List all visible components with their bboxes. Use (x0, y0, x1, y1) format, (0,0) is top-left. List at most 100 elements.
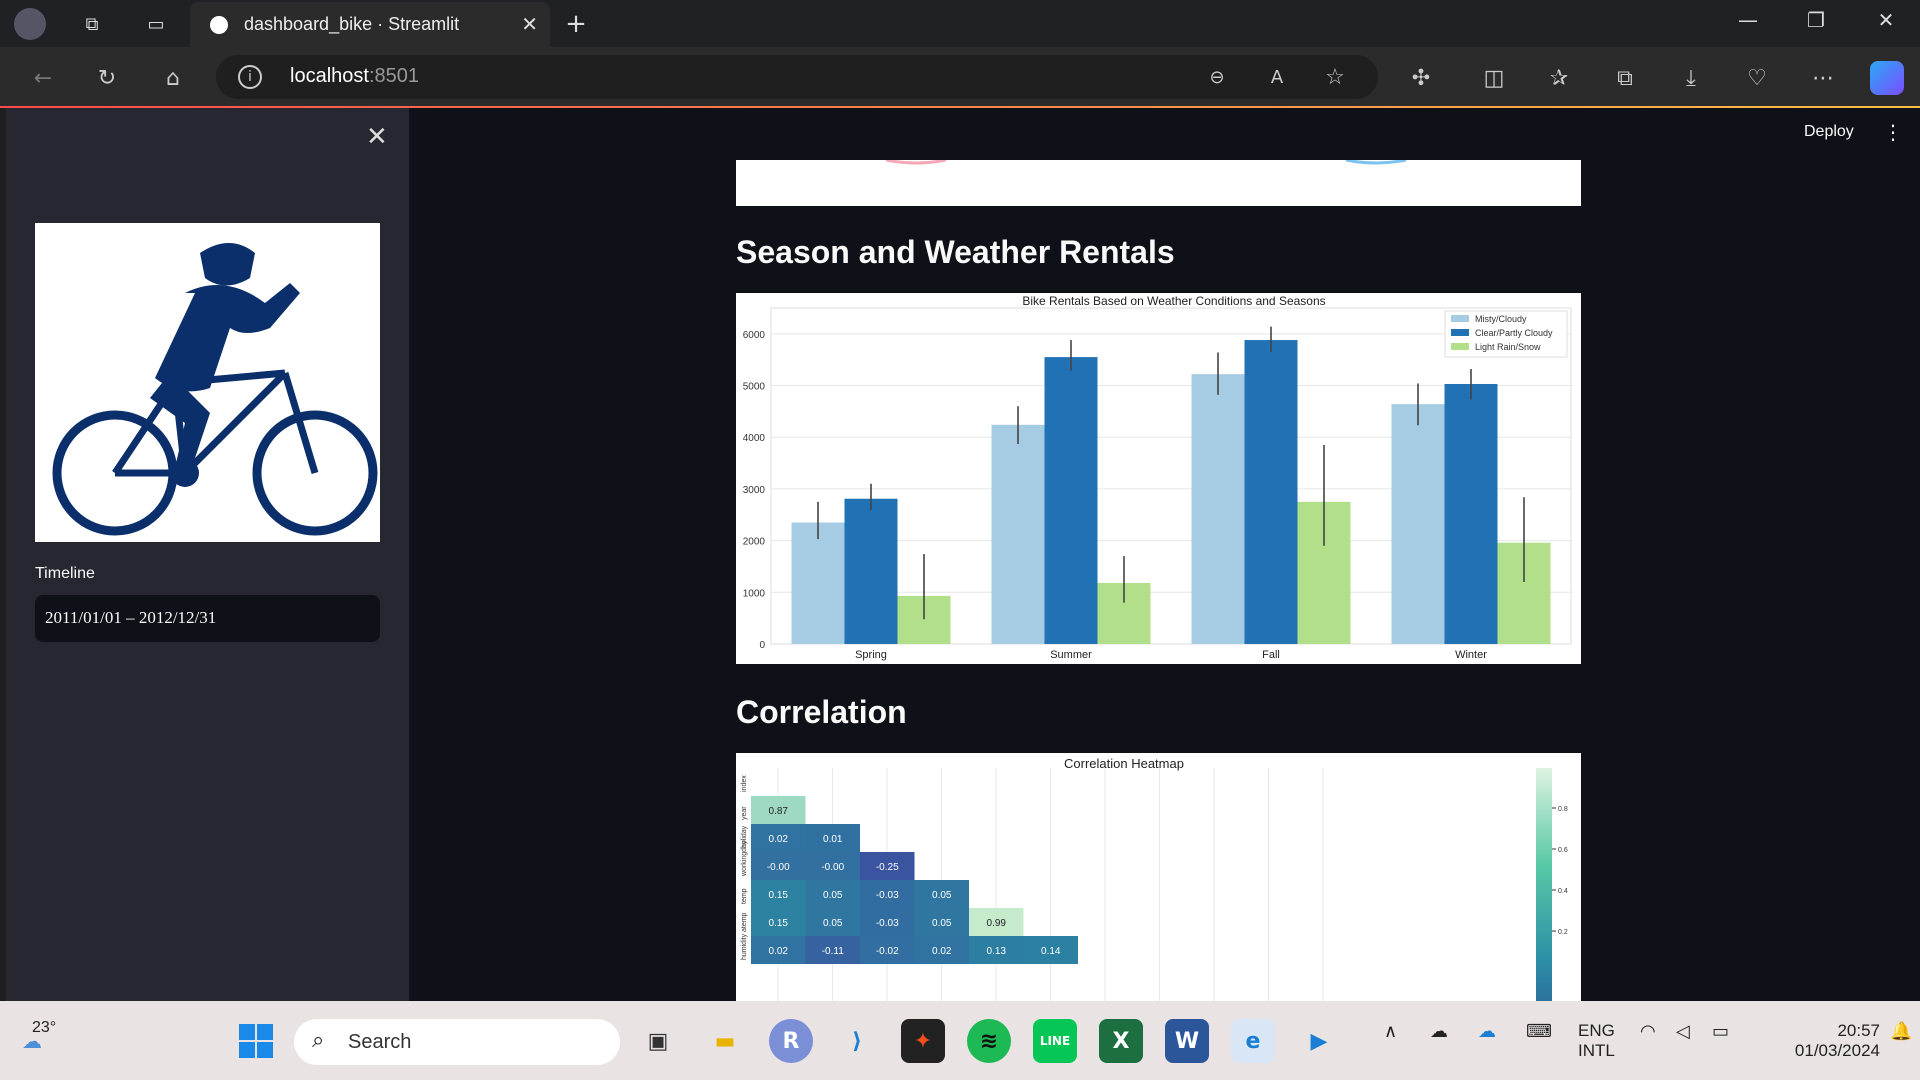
favorites-icon[interactable]: ✰ (1542, 61, 1576, 95)
correlation-heatmap: Correlation Heatmap index year 0.87 holiday 0… (736, 753, 1581, 1001)
spotify-icon[interactable]: ≋ (967, 1019, 1011, 1063)
heatmap-cell-value: 0.01 (823, 834, 843, 845)
refresh-icon[interactable]: ↻ (90, 61, 124, 95)
x-tick-label: Winter (1455, 649, 1487, 661)
heatmap-cell-value: -0.00 (821, 862, 844, 873)
word-icon[interactable]: W (1165, 1019, 1209, 1063)
battery-icon[interactable]: ▭ (1712, 1021, 1729, 1042)
previous-chart-svg (885, 158, 1407, 165)
wifi-icon[interactable]: ◠ (1640, 1021, 1656, 1042)
home-icon[interactable]: ⌂ (156, 61, 190, 95)
language-indicator[interactable]: ENG INTL (1578, 1021, 1615, 1061)
main-content: Deploy ⋮ Season and Weather Rentals Bike… (409, 108, 1920, 1001)
windows-taskbar: ☁ 23° ⌕ Search ▣ ▬ R ⟩ ✦ ≋ LINE X W e ▶ … (0, 1001, 1920, 1080)
heatmap-cell-value: -0.25 (876, 862, 899, 873)
bar-spring-1 (844, 498, 898, 644)
zoom-out-icon[interactable]: ⊖ (1200, 60, 1234, 94)
r-app-icon[interactable]: R (769, 1019, 813, 1063)
heatmap-cell-value: 0.05 (932, 890, 952, 901)
collections-toolbar-icon[interactable]: ⧉ (1608, 61, 1642, 95)
keyboard-icon[interactable]: ⌨ (1526, 1021, 1552, 1042)
bar-winter-1 (1444, 383, 1498, 644)
deploy-button[interactable]: Deploy (1804, 123, 1854, 141)
show-hidden-icons[interactable]: ∧ (1384, 1021, 1397, 1042)
heatmap-cell-value: 0.15 (769, 918, 789, 929)
search-icon: ⌕ (312, 1028, 325, 1053)
x-tick-label: Spring (855, 649, 887, 661)
url-port: :8501 (368, 65, 419, 87)
file-explorer-icon[interactable]: ▬ (703, 1019, 747, 1063)
excel-icon[interactable]: X (1099, 1019, 1143, 1063)
figma-icon[interactable]: ✦ (901, 1019, 945, 1063)
collections-icon[interactable]: ⧉ (76, 8, 108, 40)
edge-icon[interactable]: e (1231, 1019, 1275, 1063)
y-tick-label: 2000 (743, 537, 766, 548)
profile-avatar[interactable] (14, 8, 46, 40)
start-icon[interactable] (234, 1019, 278, 1063)
heatmap-cell-value: 0.14 (1041, 946, 1061, 957)
back-icon[interactable]: ← (26, 61, 60, 95)
correlation-heading: Correlation (736, 694, 907, 730)
heatmap-cell-value: -0.11 (822, 946, 844, 957)
more-menu-icon[interactable]: ⋯ (1806, 61, 1840, 95)
timeline-date-input[interactable]: 2011/01/01 – 2012/12/31 (35, 595, 380, 642)
close-window-icon[interactable]: ✕ (1866, 8, 1906, 32)
heatmap-cell-value: 0.99 (987, 918, 1007, 929)
extensions-icon[interactable]: ✣ (1404, 61, 1438, 95)
legend-label: Light Rain/Snow (1475, 342, 1541, 352)
url-host: localhost (290, 65, 369, 87)
minimize-icon[interactable]: — (1728, 8, 1768, 32)
bar-fall-1 (1244, 340, 1298, 644)
media-player-icon[interactable]: ▶ (1297, 1019, 1341, 1063)
heatmap-cell-value: -0.00 (767, 862, 790, 873)
heatmap-row-label: year (741, 806, 748, 820)
tab-actions-icon[interactable]: ▭ (140, 8, 172, 40)
bar-winter-0 (1391, 404, 1445, 644)
lang-top: ENG (1578, 1021, 1615, 1040)
sidebar: ✕ Timeline 2011/01/01 – 2012/12/31 (6, 108, 409, 1001)
close-sidebar-icon[interactable]: ✕ (366, 122, 388, 152)
read-aloud-icon[interactable]: A (1260, 60, 1294, 94)
line-app-icon[interactable]: LINE (1033, 1019, 1077, 1063)
heatmap-cell-value: -0.02 (876, 946, 899, 957)
cloud-icon[interactable]: ☁ (1430, 1021, 1448, 1042)
volume-icon[interactable]: ◁ (1676, 1021, 1690, 1042)
address-bar[interactable]: i localhost:8501 ⊖ A ☆ (216, 55, 1378, 99)
main-menu-icon[interactable]: ⋮ (1883, 120, 1903, 144)
legend-label: Misty/Cloudy (1475, 314, 1527, 324)
previous-chart-tail (736, 158, 1581, 206)
colorbar (1536, 768, 1552, 1001)
split-screen-icon[interactable]: ◫ (1477, 61, 1511, 95)
heatmap-cell-value: 0.15 (769, 890, 789, 901)
notifications-icon[interactable]: 🔔 (1890, 1021, 1912, 1042)
timeline-label: Timeline (35, 565, 95, 582)
clock[interactable]: 20:57 01/03/2024 (1760, 1021, 1880, 1061)
heatmap-cell-value: 0.05 (823, 890, 843, 901)
close-tab-icon[interactable]: ✕ (521, 12, 538, 36)
copilot-icon[interactable] (1870, 61, 1904, 95)
legend-label: Clear/Partly Cloudy (1475, 328, 1553, 338)
heatmap-row-label: humidity (741, 933, 748, 960)
new-tab-icon[interactable]: + (560, 8, 592, 40)
lang-bottom: INTL (1578, 1041, 1615, 1060)
vscode-icon[interactable]: ⟩ (835, 1019, 879, 1063)
colorbar-tick-label: 0.8 (1558, 806, 1568, 813)
heatmap-row-label: atemp (741, 912, 748, 932)
onedrive-icon[interactable]: ☁ (1478, 1021, 1496, 1042)
y-tick-label: 0 (759, 640, 765, 651)
favorite-star-icon[interactable]: ☆ (1318, 60, 1352, 94)
heatmap-cell-value: -0.03 (876, 918, 899, 929)
task-view-icon[interactable]: ▣ (636, 1019, 680, 1063)
downloads-icon[interactable]: ⤓ (1674, 61, 1708, 95)
site-info-icon[interactable]: i (238, 65, 262, 89)
browser-tab-active[interactable]: dashboard_bike · Streamlit ✕ (190, 2, 550, 47)
restore-icon[interactable]: ❐ (1796, 8, 1836, 32)
heatmap-row-label: workingday (741, 840, 748, 877)
colorbar-tick-label: 0.4 (1558, 888, 1568, 895)
y-tick-label: 6000 (743, 330, 766, 341)
y-tick-label: 5000 (743, 382, 766, 393)
bar-spring-0 (791, 522, 845, 644)
taskbar-search-box[interactable]: ⌕ Search (294, 1019, 620, 1065)
clock-time: 20:57 (1837, 1021, 1880, 1040)
browser-essentials-icon[interactable]: ♡ (1740, 61, 1774, 95)
